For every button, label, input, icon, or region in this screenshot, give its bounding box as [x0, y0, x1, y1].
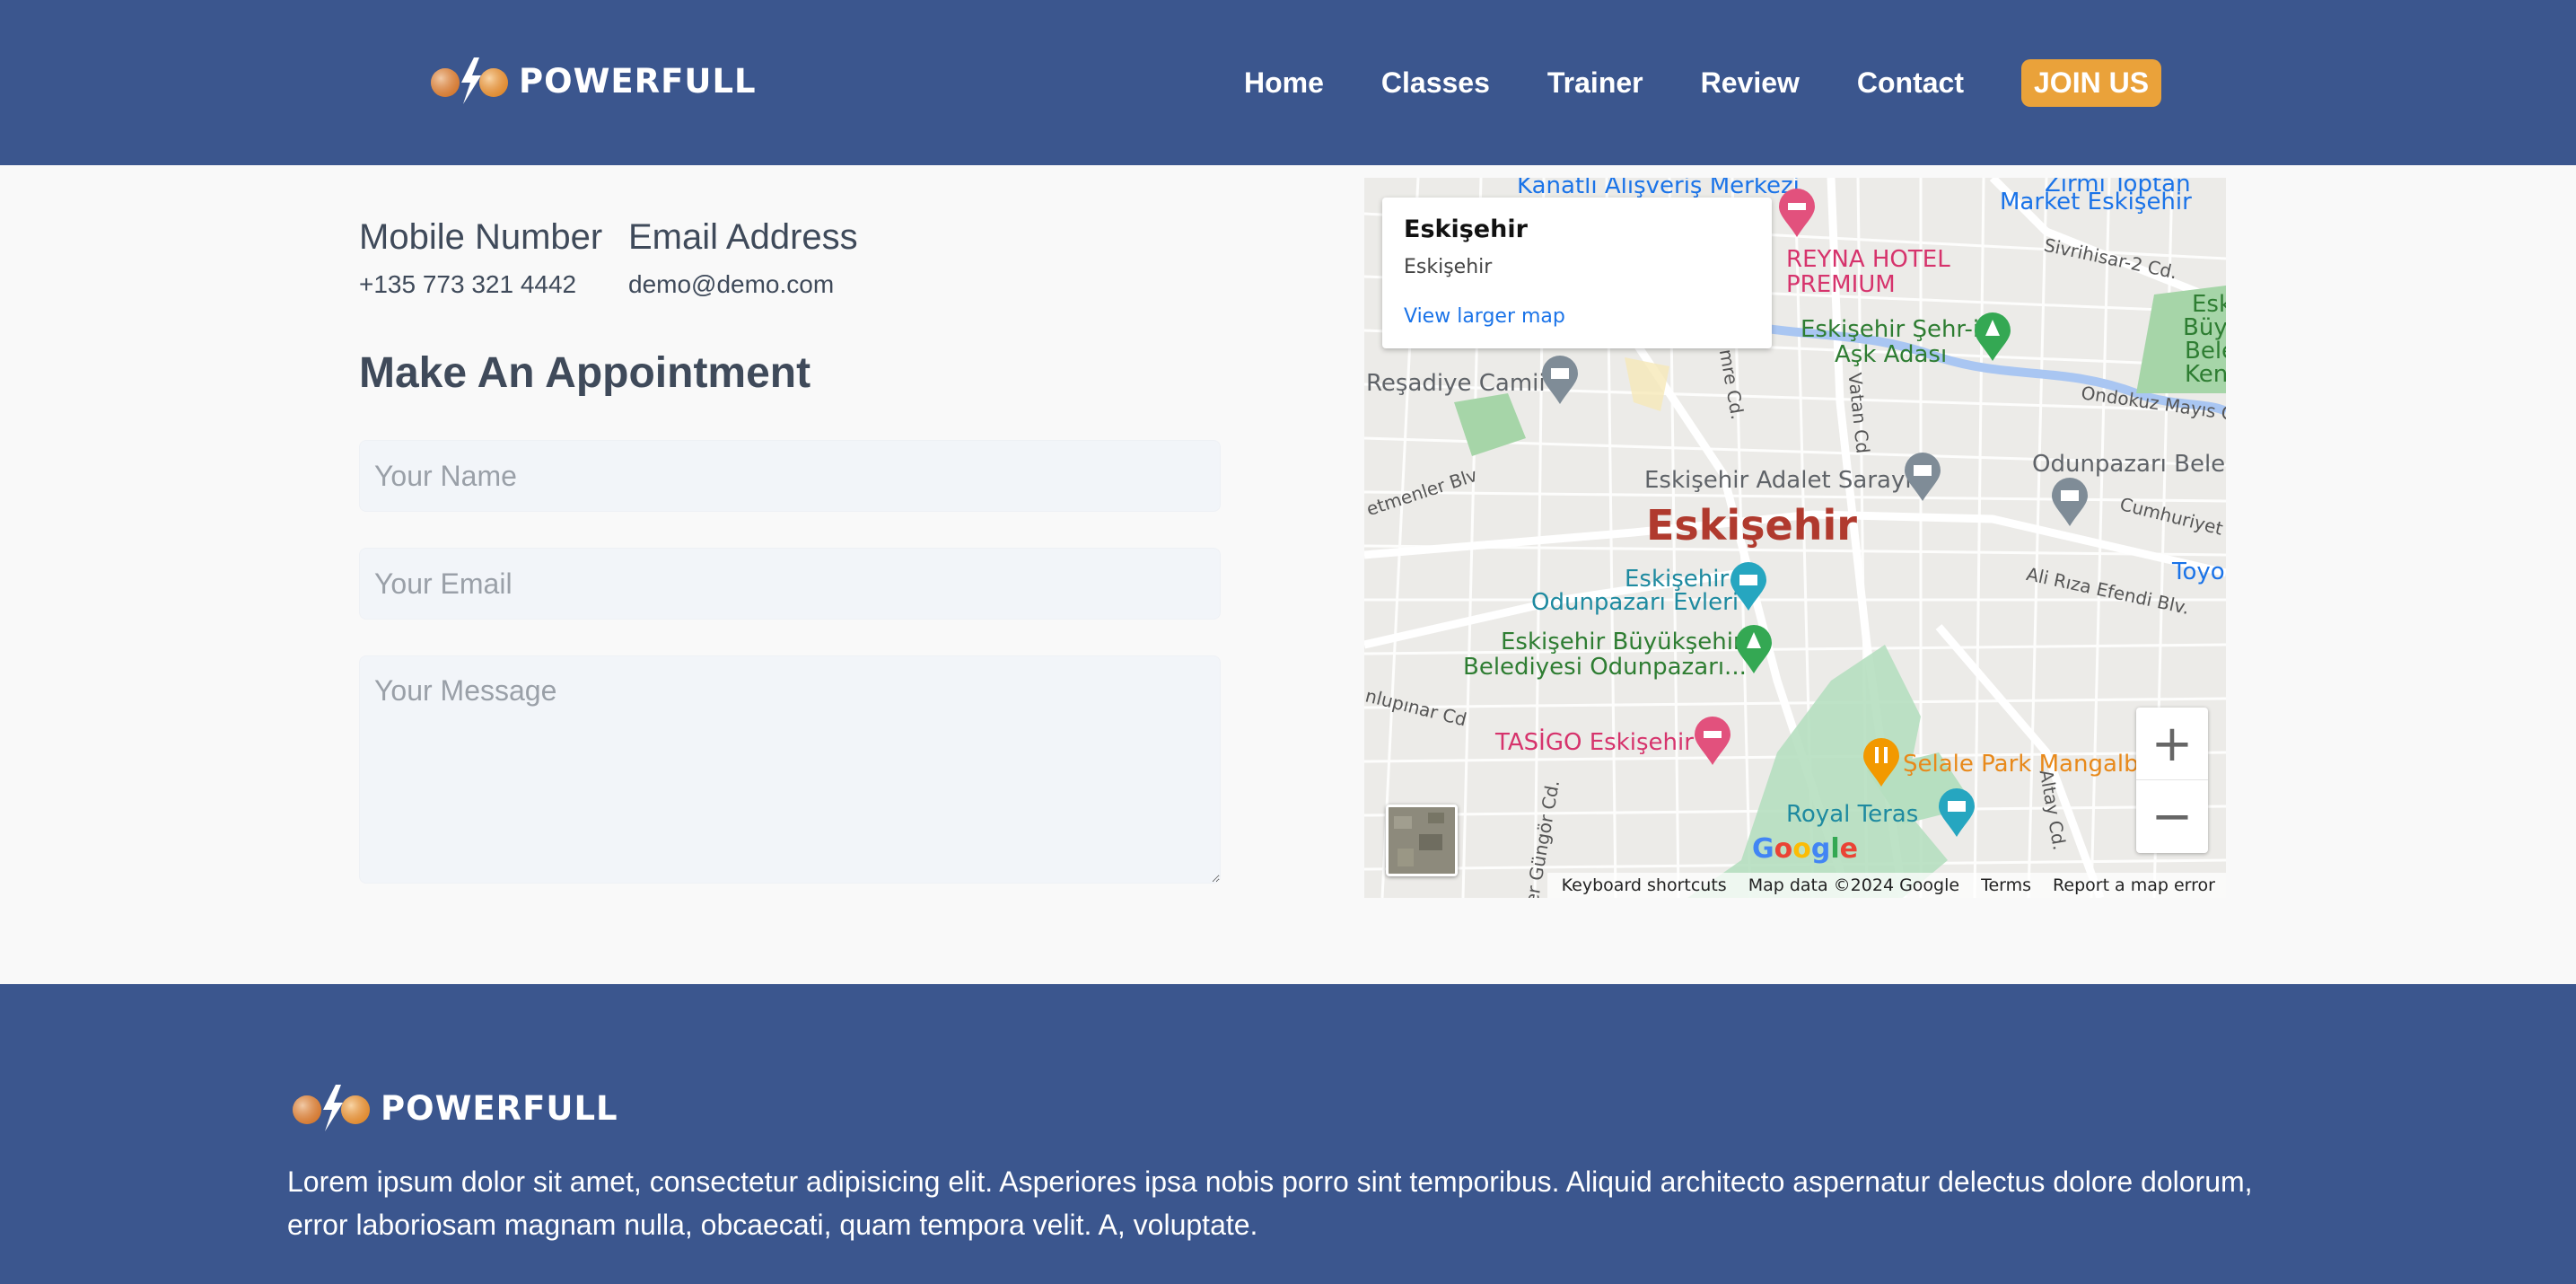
hotel-pin-icon[interactable]	[1777, 189, 1817, 239]
mobile-info: Mobile Number +135 773 321 4442	[359, 217, 602, 299]
logo-dumbbell-icon	[289, 1083, 377, 1133]
google-letter: o	[1774, 833, 1793, 865]
nav-contact[interactable]: Contact	[1857, 66, 1964, 100]
google-letter: G	[1752, 833, 1774, 865]
place-label: Eskişehir Adalet Sarayı	[1644, 467, 1912, 494]
mobile-value: +135 773 321 4442	[359, 270, 577, 298]
info-card-title: Eskişehir	[1404, 215, 1528, 243]
mosque-pin-icon[interactable]	[1540, 356, 1580, 406]
map-info-card: Eskişehir Eskişehir View larger map	[1382, 198, 1772, 348]
place-label: Odunpazarı Evleri	[1531, 589, 1739, 616]
place-label: TASİGO Eskişehir	[1495, 729, 1694, 756]
place-label: Ken	[2185, 361, 2226, 388]
zoom-in-button[interactable]: +	[2136, 708, 2208, 780]
footer-description: Lorem ipsum dolor sit amet, consectetur …	[287, 1165, 2253, 1241]
place-label: Eskişehir Şehr-i	[1801, 316, 1980, 343]
satellite-thumbnail-icon	[1389, 807, 1455, 874]
courthouse-pin-icon[interactable]	[1903, 453, 1942, 503]
appointment-title: Make An Appointment	[359, 349, 811, 397]
place-label: Aşk Adası	[1835, 341, 1948, 368]
site-header: POWERFULL Home Classes Trainer Review Co…	[0, 0, 2576, 165]
restaurant-pin-icon[interactable]	[1862, 738, 1901, 788]
name-input[interactable]	[359, 440, 1221, 512]
museum-pin-icon[interactable]	[1937, 788, 1976, 839]
header-logo[interactable]: POWERFULL	[427, 56, 757, 106]
brand-name: POWERFULL	[381, 1088, 618, 1128]
zoom-controls: + −	[2136, 708, 2208, 853]
satellite-layer-toggle[interactable]	[1386, 805, 1458, 876]
city-label: Eskişehir	[1646, 501, 1857, 550]
park-pin-icon[interactable]	[1734, 625, 1774, 675]
site-footer: POWERFULL Lorem ipsum dolor sit amet, co…	[0, 984, 2576, 1284]
map-data-text: Map data ©2024 Google	[1748, 875, 1960, 895]
park-pin-icon[interactable]	[1973, 312, 2012, 363]
main-nav: Home Classes Trainer Review Contact JOIN…	[1244, 57, 2162, 108]
place-label: Şelale Park Mangalba	[1903, 751, 2153, 778]
place-label: REYNA HOTEL	[1786, 246, 1950, 273]
footer-logo[interactable]: POWERFULL	[289, 1083, 618, 1133]
email-value: demo@demo.com	[628, 270, 835, 298]
email-info: Email Address demo@demo.com	[628, 217, 858, 299]
place-label: Odunpazarı Beled	[2032, 451, 2226, 478]
nav-trainer[interactable]: Trainer	[1547, 66, 1643, 100]
google-letter: e	[1839, 833, 1859, 865]
report-error-link[interactable]: Report a map error	[2053, 875, 2215, 895]
mobile-label: Mobile Number	[359, 217, 603, 257]
message-textarea[interactable]	[359, 655, 1221, 884]
google-letter: o	[1792, 833, 1811, 865]
brand-name: POWERFULL	[519, 61, 757, 101]
google-logo: Google	[1752, 833, 1858, 865]
museum-pin-icon[interactable]	[1729, 562, 1768, 612]
logo-dumbbell-icon	[427, 56, 515, 106]
join-us-button[interactable]: JOIN US	[2021, 58, 2162, 107]
place-label: Reşadiye Camii	[1366, 370, 1546, 397]
map-attribution: Keyboard shortcuts Map data ©2024 Google…	[1546, 873, 2226, 898]
place-label: PREMIUM	[1786, 271, 1896, 298]
place-label: Eskişehir Büyükşehir	[1501, 629, 1743, 655]
place-label: Toyo	[2172, 558, 2225, 585]
view-larger-map-link[interactable]: View larger map	[1404, 305, 1750, 328]
hotel-pin-icon[interactable]	[1693, 717, 1732, 767]
keyboard-shortcuts-link[interactable]: Keyboard shortcuts	[1562, 875, 1727, 895]
place-label: Market Eskişehir	[2000, 189, 2192, 215]
info-card-subtitle: Eskişehir	[1404, 256, 1493, 278]
zoom-out-button[interactable]: −	[2136, 780, 2208, 853]
nav-home[interactable]: Home	[1244, 66, 1324, 100]
place-label: Belediyesi Odunpazarı...	[1463, 654, 1747, 681]
place-label: Kanatlı Alışveriş Merkezi	[1517, 178, 1800, 199]
nav-classes[interactable]: Classes	[1381, 66, 1490, 100]
google-letter: g	[1810, 833, 1831, 865]
municipal-pin-icon[interactable]	[2050, 478, 2090, 528]
google-letter: l	[1830, 833, 1840, 865]
place-label: Royal Teras	[1786, 801, 1919, 828]
google-map[interactable]: Kanatlı Alışveriş Merkezi Zirmi Toptan M…	[1364, 178, 2226, 898]
email-label: Email Address	[628, 217, 858, 257]
nav-review[interactable]: Review	[1701, 66, 1800, 100]
terms-link[interactable]: Terms	[1981, 875, 2031, 895]
email-input[interactable]	[359, 548, 1221, 620]
